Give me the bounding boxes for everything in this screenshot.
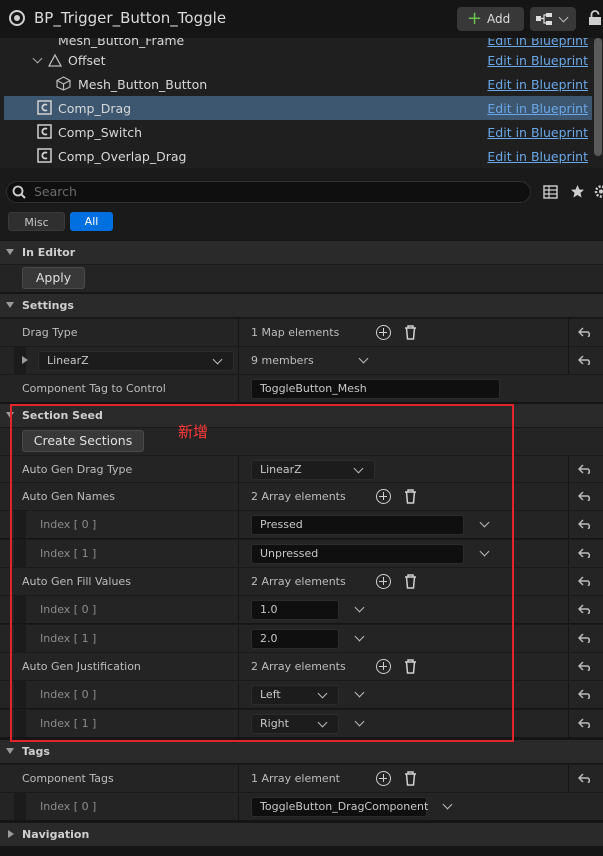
category-title: In Editor xyxy=(22,246,76,259)
search-placeholder: Search xyxy=(34,184,77,199)
table-view-icon[interactable] xyxy=(543,185,558,199)
add-button[interactable]: + Add xyxy=(457,7,524,31)
apply-button[interactable]: Apply xyxy=(22,267,85,289)
reset-to-default-icon[interactable] xyxy=(578,661,592,671)
tree-item-comp-drag[interactable]: Comp_Drag Edit in Blueprint xyxy=(4,96,592,120)
expand-arrow-icon[interactable] xyxy=(22,356,28,364)
property-label: Component Tags xyxy=(22,772,114,785)
tags-index-0-row: Index [ 0 ] ToggleButton_DragComponent xyxy=(0,792,603,820)
filter-all[interactable]: All xyxy=(70,212,113,231)
annotation-note: 新增 xyxy=(178,423,209,441)
component-tag-row: Component Tag to Control ToggleButton_Me… xyxy=(0,374,603,402)
actor-component-icon xyxy=(37,148,52,163)
tree-item-label: Comp_Overlap_Drag xyxy=(58,149,187,164)
tree-item-label: Offset xyxy=(68,53,106,68)
category-title: Tags xyxy=(22,745,50,758)
edit-in-blueprint-link[interactable]: Edit in Blueprint xyxy=(487,101,588,116)
tree-item-offset[interactable]: Offset Edit in Blueprint xyxy=(4,48,592,72)
tree-item-label: Mesh_Button_Button xyxy=(78,77,208,92)
map-value-summary: 9 members xyxy=(251,354,314,367)
category-in-editor[interactable]: In Editor xyxy=(0,240,603,264)
tree-item-comp-switch[interactable]: Comp_Switch Edit in Blueprint xyxy=(4,120,592,144)
add-element-icon[interactable] xyxy=(376,325,391,340)
tag-text-field[interactable]: ToggleButton_DragComponent xyxy=(251,797,428,817)
trash-icon[interactable] xyxy=(404,325,417,340)
star-icon[interactable] xyxy=(570,184,585,199)
tree-scrollbar[interactable] xyxy=(594,38,602,156)
scene-component-icon xyxy=(48,53,62,67)
gear-icon[interactable] xyxy=(593,184,603,199)
blueprint-icon xyxy=(9,10,25,26)
chevron-down-icon[interactable] xyxy=(358,353,369,364)
chevron-down-icon xyxy=(212,354,223,365)
reset-to-default-icon[interactable] xyxy=(578,464,592,474)
collapse-arrow-icon[interactable] xyxy=(6,302,14,308)
trash-icon[interactable] xyxy=(404,771,417,786)
category-navigation[interactable]: Navigation xyxy=(0,822,603,846)
category-settings[interactable]: Settings xyxy=(0,293,603,317)
edit-in-blueprint-link[interactable]: Edit in Blueprint xyxy=(487,149,588,164)
reset-to-default-icon[interactable] xyxy=(578,327,592,337)
reset-to-default-icon[interactable] xyxy=(578,633,592,643)
plus-icon: + xyxy=(467,8,483,29)
collapse-arrow-icon[interactable] xyxy=(6,249,14,255)
tree-item-label: Comp_Drag xyxy=(58,101,132,116)
component-tag-field[interactable]: ToggleButton_Mesh xyxy=(251,379,500,399)
tree-item-comp-overlap-drag[interactable]: Comp_Overlap_Drag Edit in Blueprint xyxy=(4,144,592,168)
reset-to-default-icon[interactable] xyxy=(578,355,592,365)
reset-to-default-icon[interactable] xyxy=(578,548,592,558)
actor-component-icon xyxy=(37,124,52,139)
window-title: BP_Trigger_Button_Toggle xyxy=(34,9,227,27)
reset-to-default-icon[interactable] xyxy=(578,519,592,529)
reset-to-default-icon[interactable] xyxy=(578,491,592,501)
layout-dropdown-button[interactable] xyxy=(530,7,576,31)
drag-type-entry-row: LinearZ 9 members xyxy=(0,346,603,374)
component-tree: Mesh_Button_Frame Edit in Blueprint Offs… xyxy=(0,38,603,168)
category-tags[interactable]: Tags xyxy=(0,739,603,763)
chevron-down-icon xyxy=(558,12,569,23)
property-label: Component Tag to Control xyxy=(22,382,166,395)
component-tags-row: Component Tags 1 Array element xyxy=(0,764,603,792)
property-label: Drag Type xyxy=(22,326,78,339)
drag-type-row: Drag Type 1 Map elements xyxy=(0,318,603,346)
reset-to-default-icon[interactable] xyxy=(578,773,592,783)
lock-icon[interactable] xyxy=(588,10,602,26)
edit-in-blueprint-link[interactable]: Edit in Blueprint xyxy=(487,38,588,48)
edit-in-blueprint-link[interactable]: Edit in Blueprint xyxy=(487,125,588,140)
filter-misc[interactable]: Misc xyxy=(8,212,65,231)
search-input[interactable] xyxy=(6,181,531,203)
property-value: 1 Array element xyxy=(251,772,340,785)
search-icon xyxy=(12,185,26,199)
map-key-value: LinearZ xyxy=(47,354,89,367)
hierarchy-icon xyxy=(536,13,552,25)
reset-to-default-icon[interactable] xyxy=(578,689,592,699)
annotation-highlight-box xyxy=(10,404,514,742)
chevron-down-icon[interactable] xyxy=(442,799,453,810)
tree-item-label: Comp_Switch xyxy=(58,125,143,140)
tree-item-label: Mesh_Button_Frame xyxy=(58,38,185,48)
static-mesh-icon xyxy=(56,76,71,91)
tree-item-mesh-button-button[interactable]: Mesh_Button_Button Edit in Blueprint xyxy=(4,72,592,96)
add-element-icon[interactable] xyxy=(376,771,391,786)
category-title: Settings xyxy=(22,299,74,312)
index-label: Index [ 0 ] xyxy=(40,800,97,813)
map-key-dropdown[interactable]: LinearZ xyxy=(38,351,234,371)
add-button-label: Add xyxy=(487,12,511,26)
expand-arrow-icon[interactable] xyxy=(8,830,14,838)
edit-in-blueprint-link[interactable]: Edit in Blueprint xyxy=(487,53,588,68)
property-value: 1 Map elements xyxy=(251,326,340,339)
reset-to-default-icon[interactable] xyxy=(578,576,592,586)
reset-to-default-icon[interactable] xyxy=(578,604,592,614)
in-editor-row: Apply xyxy=(0,264,603,292)
collapse-arrow-icon[interactable] xyxy=(6,748,14,754)
reset-to-default-icon[interactable] xyxy=(578,718,592,728)
actor-component-icon xyxy=(37,100,52,115)
category-title: Navigation xyxy=(22,828,90,841)
edit-in-blueprint-link[interactable]: Edit in Blueprint xyxy=(487,77,588,92)
expand-arrow-icon[interactable] xyxy=(32,53,43,64)
